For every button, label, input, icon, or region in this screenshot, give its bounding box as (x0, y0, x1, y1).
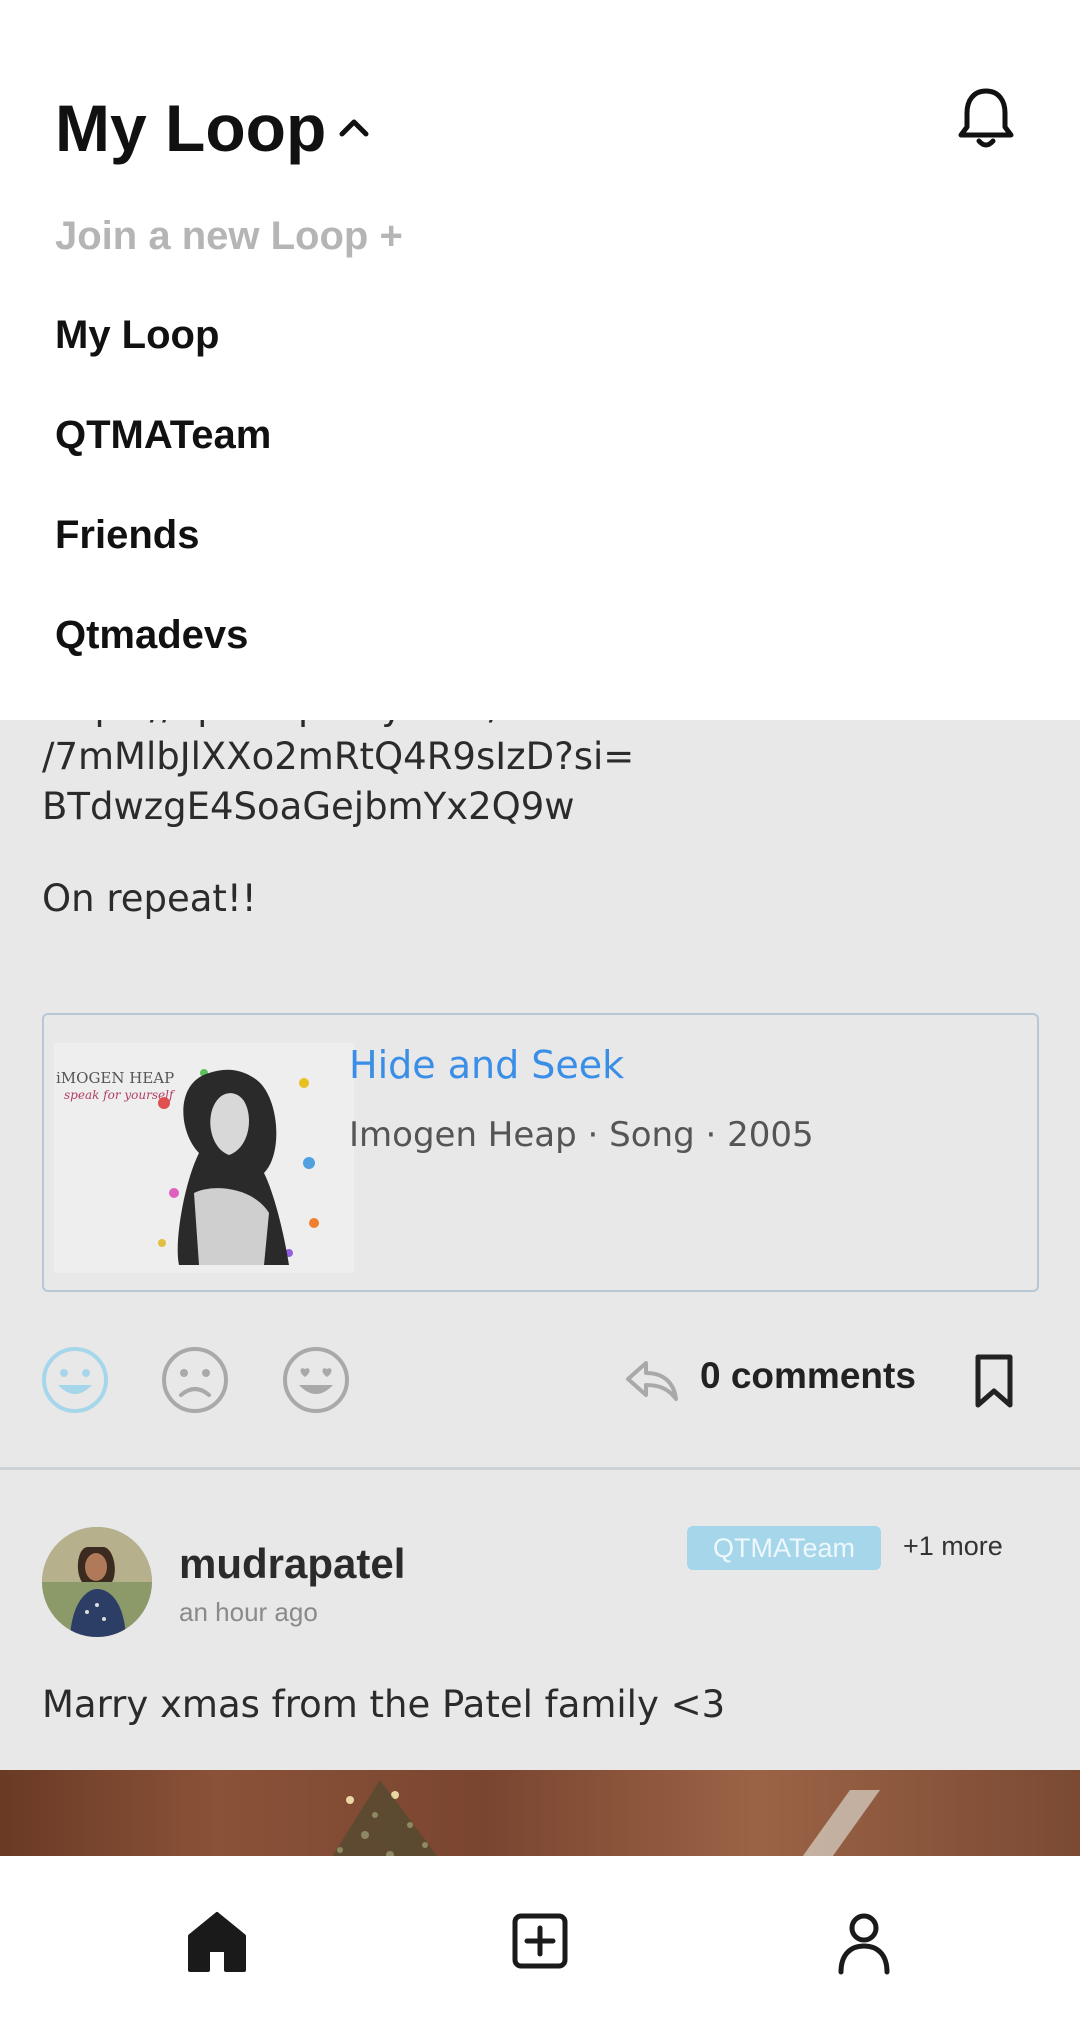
post-text-line: BTdwzgE4SoaGejbmYx2Q9w (42, 785, 575, 828)
post-timestamp: an hour ago (179, 1597, 318, 1627)
join-loop-link[interactable]: Join a new Loop + (55, 214, 403, 259)
song-title[interactable]: Hide and Seek (349, 1043, 624, 1087)
profile-icon[interactable] (829, 1906, 899, 1976)
add-post-icon[interactable] (505, 1906, 575, 1976)
spotify-link-card[interactable]: iMOGEN HEAP speak for yourself Hide and … (42, 1013, 1039, 1292)
post-divider (0, 1467, 1080, 1470)
home-icon[interactable] (182, 1906, 252, 1976)
loop-dropdown: My Loop Join a new Loop + My Loop QTMATe… (0, 0, 1080, 720)
loop-item-friends[interactable]: Friends (55, 513, 199, 558)
smile-icon[interactable] (40, 1345, 110, 1415)
post-actions: 0 comments (0, 1345, 1080, 1415)
song-meta: Imogen Heap · Song · 2005 (349, 1115, 814, 1155)
album-art-text: iMOGEN HEAP (56, 1069, 174, 1087)
loop-item-qtmateam[interactable]: QTMATeam (55, 413, 271, 458)
post-text-line: /7mMlbJlXXo2mRtQ4R9sIzD?si= (42, 735, 635, 778)
avatar[interactable] (42, 1527, 152, 1637)
page-title[interactable]: My Loop (55, 88, 326, 168)
heart-eyes-icon[interactable] (281, 1345, 351, 1415)
bottom-nav (0, 1856, 1080, 2022)
loop-item-my-loop[interactable]: My Loop (55, 313, 219, 358)
sad-icon[interactable] (160, 1345, 230, 1415)
post-image[interactable] (0, 1770, 1080, 1856)
reply-icon[interactable] (624, 1357, 680, 1403)
post-text: Marry xmas from the Patel family <3 (42, 1683, 726, 1726)
bell-icon[interactable] (955, 85, 1017, 151)
chevron-up-icon[interactable] (336, 110, 372, 146)
more-loops-label[interactable]: +1 more (903, 1531, 1003, 1562)
loop-badge[interactable]: QTMATeam (687, 1526, 881, 1570)
post-text: https://open.spotify.com/track /7mMlbJlX… (42, 685, 1022, 924)
comments-count[interactable]: 0 comments (700, 1355, 916, 1397)
post-text-line: On repeat!! (42, 877, 257, 920)
post-author[interactable]: mudrapatel (179, 1540, 405, 1588)
album-art: iMOGEN HEAP speak for yourself (54, 1043, 354, 1273)
bookmark-icon[interactable] (970, 1353, 1018, 1409)
loop-item-qtmadevs[interactable]: Qtmadevs (55, 613, 248, 658)
